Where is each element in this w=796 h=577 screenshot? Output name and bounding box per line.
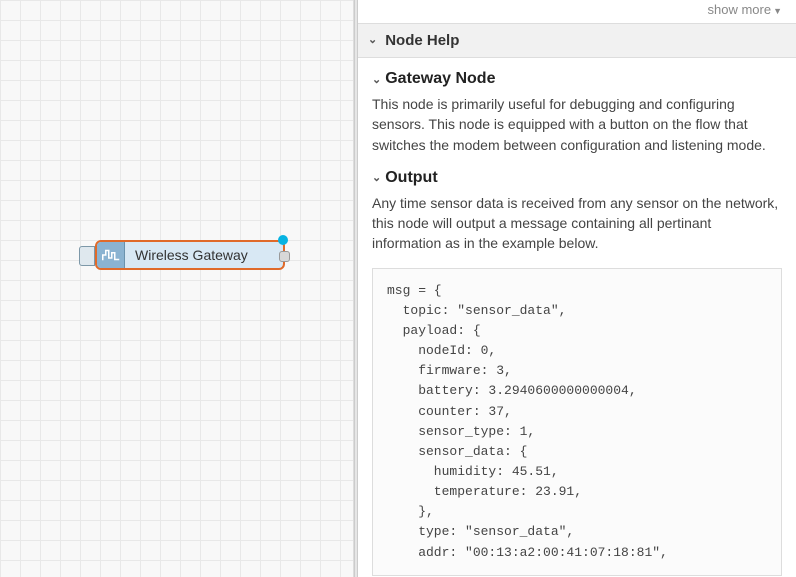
node-output-port[interactable] — [279, 251, 290, 262]
flow-canvas[interactable]: Wireless Gateway — [0, 0, 354, 577]
heading-text: Output — [385, 169, 437, 187]
node-changed-indicator — [278, 235, 288, 245]
output-description: Any time sensor data is received from an… — [372, 193, 782, 254]
gateway-node-heading[interactable]: ⌄ Gateway Node — [372, 70, 782, 88]
chevron-down-icon: ⌄ — [372, 73, 381, 86]
example-code-block: msg = { topic: "sensor_data", payload: {… — [372, 268, 782, 576]
node-help-header[interactable]: ⌄ Node Help — [358, 23, 796, 58]
chevron-down-icon: ⌄ — [368, 35, 377, 46]
scrollbar[interactable] — [789, 0, 796, 577]
node-label: Wireless Gateway — [125, 247, 248, 263]
show-more-label: show more — [708, 2, 772, 17]
node-trigger-button[interactable] — [79, 246, 95, 266]
chevron-down-icon: ⌄ — [372, 171, 381, 184]
info-panel: show more▼ ⌄ Node Help ⌄ Gateway Node Th… — [358, 0, 796, 577]
output-heading[interactable]: ⌄ Output — [372, 169, 782, 187]
section-title: Node Help — [385, 32, 459, 49]
show-more-link[interactable]: show more▼ — [358, 0, 796, 23]
wireless-icon — [97, 242, 125, 268]
heading-text: Gateway Node — [385, 70, 495, 88]
help-content: ⌄ Gateway Node This node is primarily us… — [358, 58, 796, 577]
caret-down-icon: ▼ — [773, 6, 782, 16]
gateway-node-description: This node is primarily useful for debugg… — [372, 94, 782, 155]
gateway-node[interactable]: Wireless Gateway — [95, 240, 285, 270]
